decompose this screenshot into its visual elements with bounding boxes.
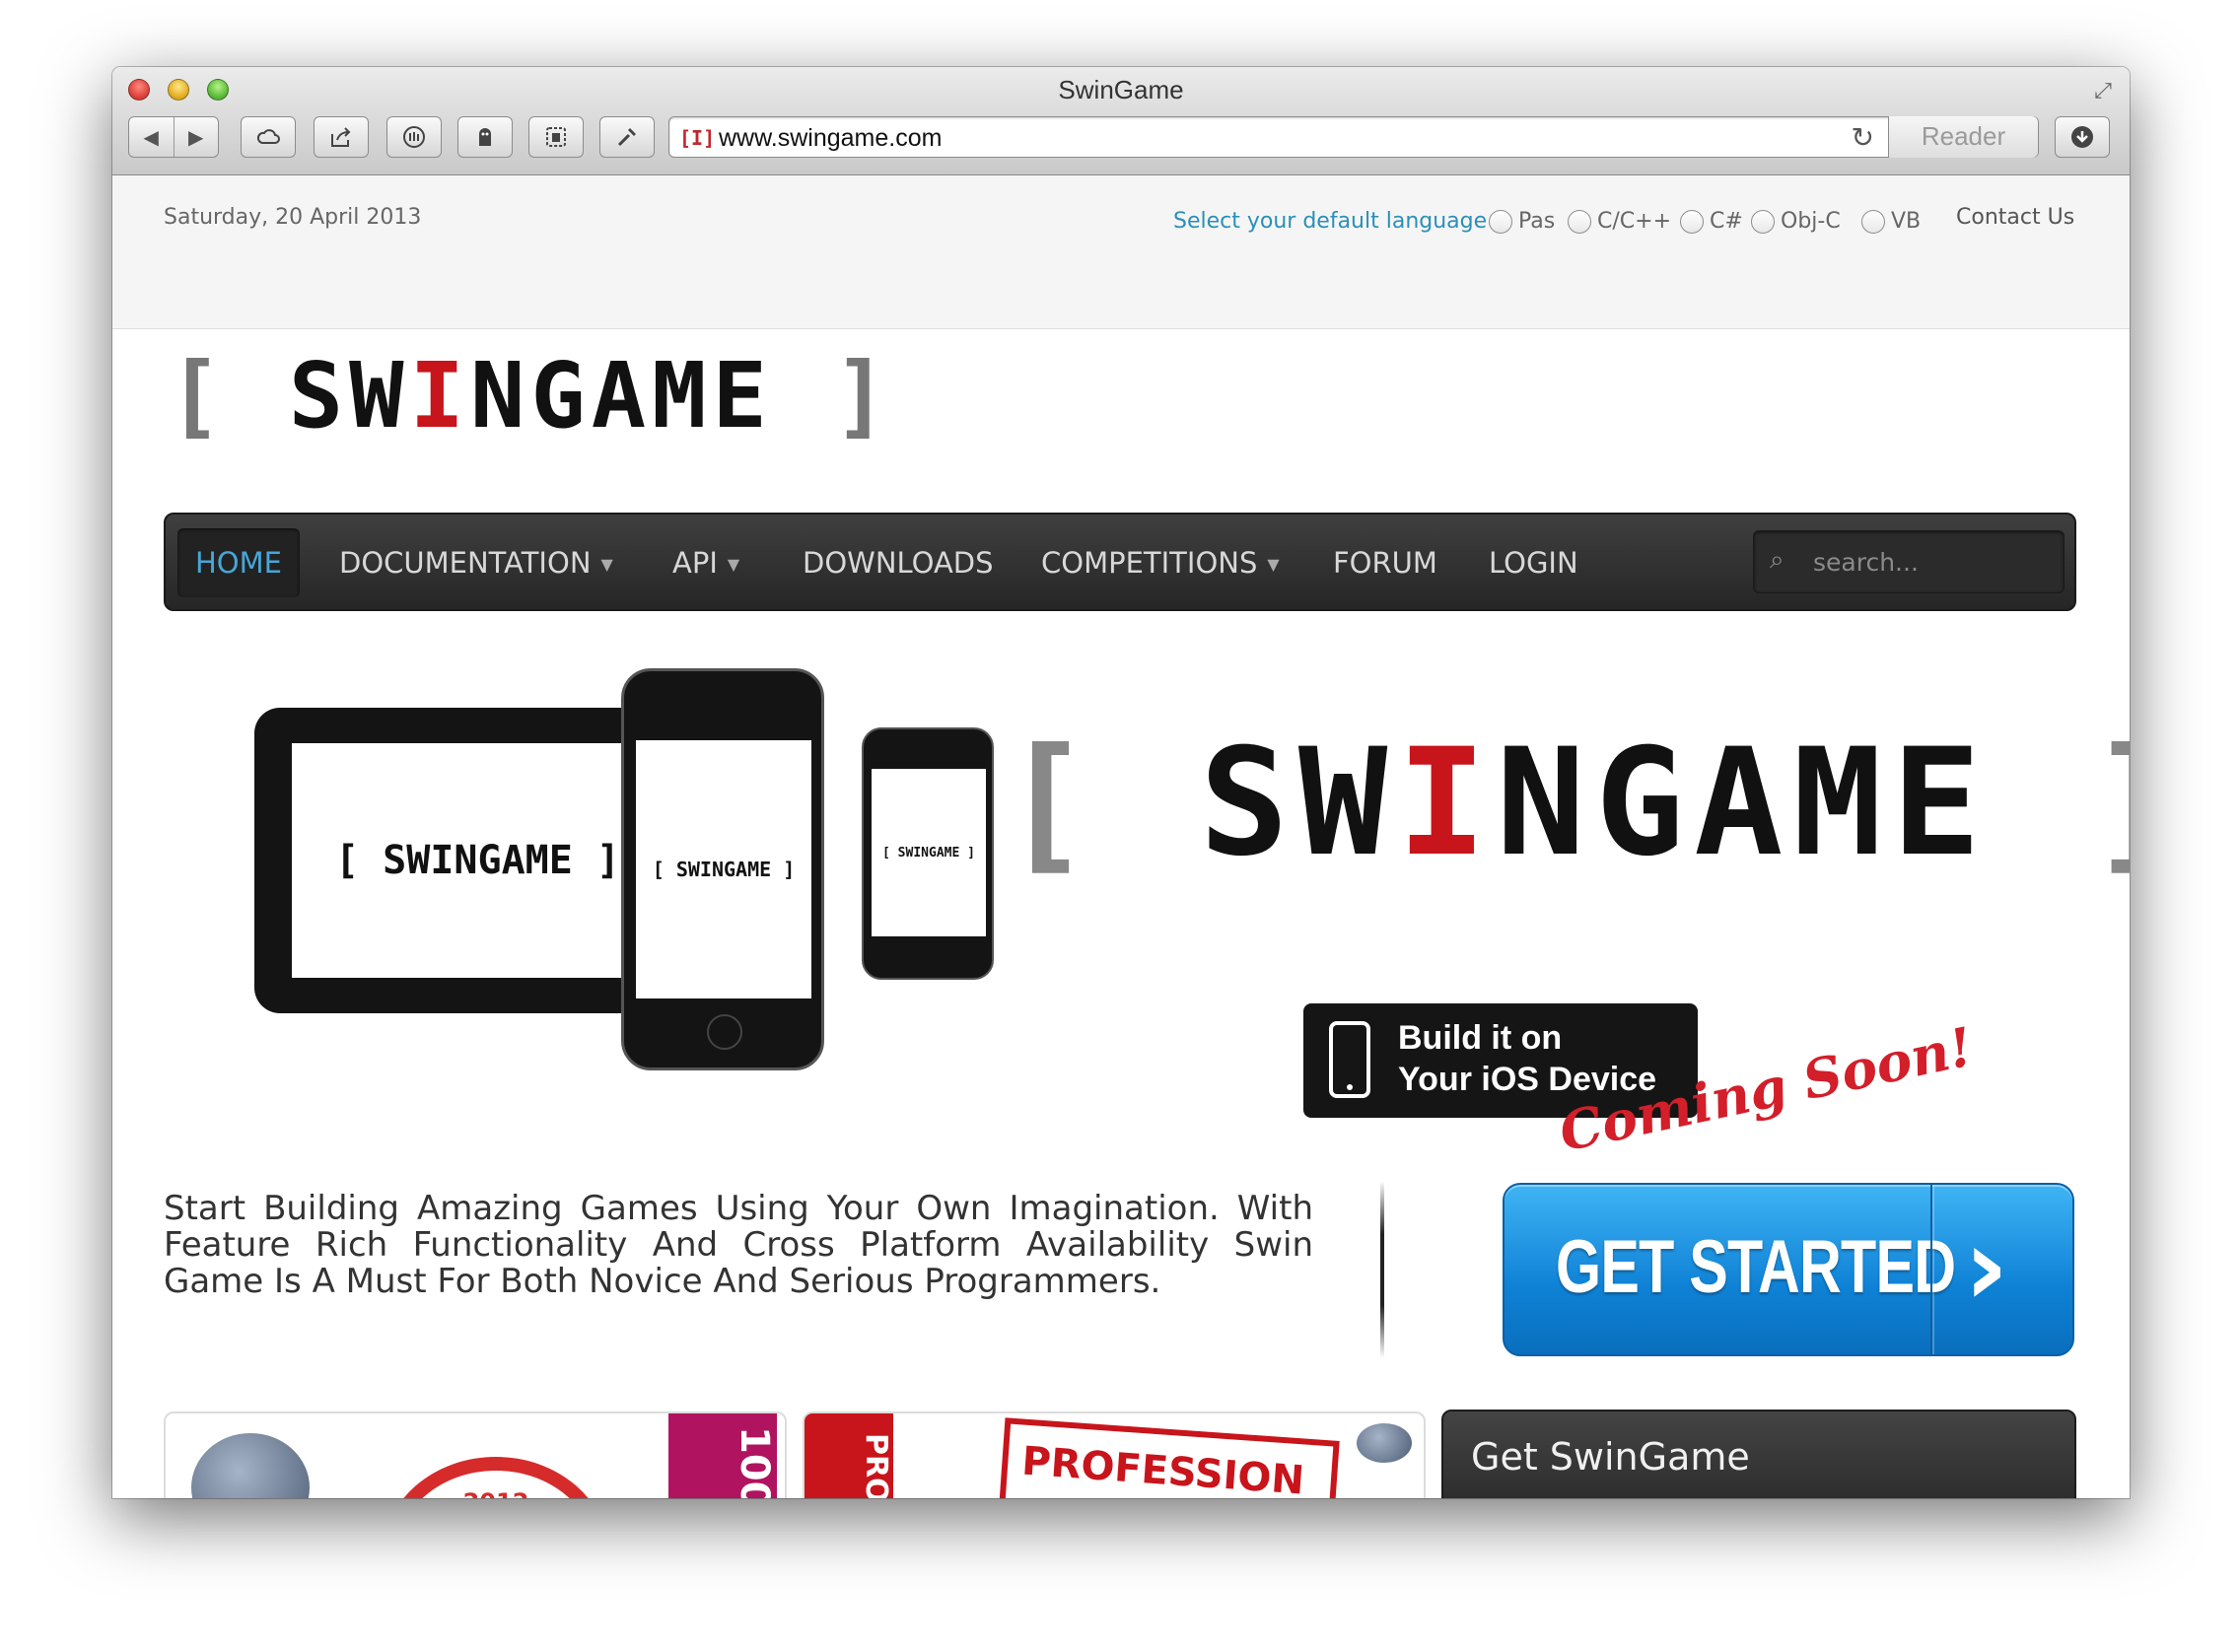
ios-badge-line1: Build it on [1398,1019,1563,1057]
nav-downloads[interactable]: DOWNLOADS [803,528,994,597]
search-input[interactable] [1813,541,2050,583]
browser-toolbar: SwinGame ⤢ ◀ ▶ [I] www.swingame.com ↻ Re… [112,67,2130,175]
ufo-icon [191,1433,310,1498]
ufo-icon [1357,1423,1412,1463]
downloads-icon [2071,126,2093,148]
ribbon-icon: 100 [668,1413,777,1498]
get-swingame-title: Get SwinGame [1471,1435,1750,1479]
share-button[interactable] [314,116,369,158]
forward-icon[interactable]: ▶ [175,125,219,149]
iphone-small-screen: [ SWINGAME ] [872,769,986,936]
feature-card-professional[interactable]: PRO PROFESSION [803,1411,1426,1498]
icloud-icon [256,129,280,144]
browser-window: SwinGame ⤢ ◀ ▶ [I] www.swingame.com ↻ Re… [112,67,2130,1498]
hero-banner[interactable]: [ SWINGAME ] [ SWINGAME ] [ SWINGAME ] [… [164,639,2130,1191]
nav-competitions[interactable]: COMPETITIONS ▼ [1041,528,1280,597]
current-date: Saturday, 20 April 2013 [164,205,422,230]
evernote-icon [546,127,566,147]
fullscreen-icon[interactable]: ⤢ [2090,79,2116,104]
search-icon: ⌕ [1770,545,1785,575]
feature-card-competitions[interactable]: 2012 100 [164,1411,787,1498]
get-swingame-panel: Get SwinGame [1441,1410,2076,1498]
get-started-button[interactable]: GET STARTED › [1503,1183,2074,1356]
window-title: SwinGame [1058,75,1184,104]
stop-button[interactable] [386,116,442,158]
chevron-down-icon: ▼ [1267,555,1280,574]
site-logo[interactable]: [ SWINGAME ] [168,343,894,448]
radio-cpp[interactable] [1568,209,1591,234]
button-separator [1930,1185,1932,1354]
nav-login[interactable]: LOGIN [1489,528,1578,597]
iphone-small-image: [ SWINGAME ] [862,727,994,980]
url-text[interactable]: www.swingame.com [719,124,942,153]
chevron-right-icon: › [1964,1204,2009,1330]
banner-logo: [ SWINGAME ] [1002,718,2130,889]
extension-button[interactable] [457,116,513,158]
address-bar[interactable]: [I] www.swingame.com ↻ Reader [668,116,2039,158]
language-option-vb[interactable]: VB [1861,209,1921,234]
radio-csharp[interactable] [1680,209,1704,234]
extension-icon [479,128,491,146]
award-badge-icon: 2012 [383,1457,609,1498]
nav-home[interactable]: HOME [177,528,300,597]
icloud-button[interactable] [241,116,296,158]
nav-api[interactable]: API ▼ [672,528,739,597]
reader-button[interactable]: Reader [1888,116,2038,158]
professional-stamp-icon: PROFESSION [999,1417,1340,1498]
ipad-screen: [ SWINGAME ] [292,743,627,978]
iphone-screen: [ SWINGAME ] [636,740,811,998]
language-option-objc[interactable]: Obj-C [1751,209,1841,234]
radio-objc[interactable] [1751,209,1775,234]
chevron-down-icon: ▼ [727,555,740,574]
back-forward-group: ◀ ▶ [128,116,219,158]
language-prompt: Select your default language [1173,209,1488,234]
home-button-icon [707,1014,742,1050]
site-topbar: Saturday, 20 April 2013 Select your defa… [112,175,2130,329]
nav-forum[interactable]: FORUM [1333,528,1437,597]
radio-vb[interactable] [1861,209,1885,234]
language-option-csharp[interactable]: C# [1680,209,1743,234]
language-option-pas[interactable]: Pas [1489,209,1555,234]
iphone-icon [1329,1021,1370,1098]
intro-text: Start Building Amazing Games Using Your … [164,1189,1313,1301]
nav-documentation[interactable]: DOCUMENTATION ▼ [339,528,613,597]
get-started-label: GET STARTED [1556,1225,1956,1309]
tools-button[interactable] [599,116,655,158]
chevron-down-icon: ▼ [600,555,613,574]
share-icon [331,127,351,147]
ribbon-icon: PRO [805,1413,893,1498]
reload-icon[interactable]: ↻ [1852,121,1874,154]
evernote-button[interactable] [528,116,584,158]
stop-icon [403,126,425,148]
search-box: ⌕ [1753,530,2065,593]
site-favicon: [I] [679,126,716,150]
back-icon[interactable]: ◀ [129,125,174,149]
ipad-image: [ SWINGAME ] [254,708,649,1013]
contact-us-link[interactable]: Contact Us [1956,205,2074,230]
radio-pas[interactable] [1489,209,1512,234]
language-option-cpp[interactable]: C/C++ [1568,209,1671,234]
iphone-image: [ SWINGAME ] [621,668,824,1070]
main-navbar: HOME DOCUMENTATION ▼ API ▼ DOWNLOADS COMPE… [164,513,2076,611]
tools-icon [617,128,636,147]
downloads-button[interactable] [2055,116,2110,158]
vertical-divider [1380,1181,1384,1358]
